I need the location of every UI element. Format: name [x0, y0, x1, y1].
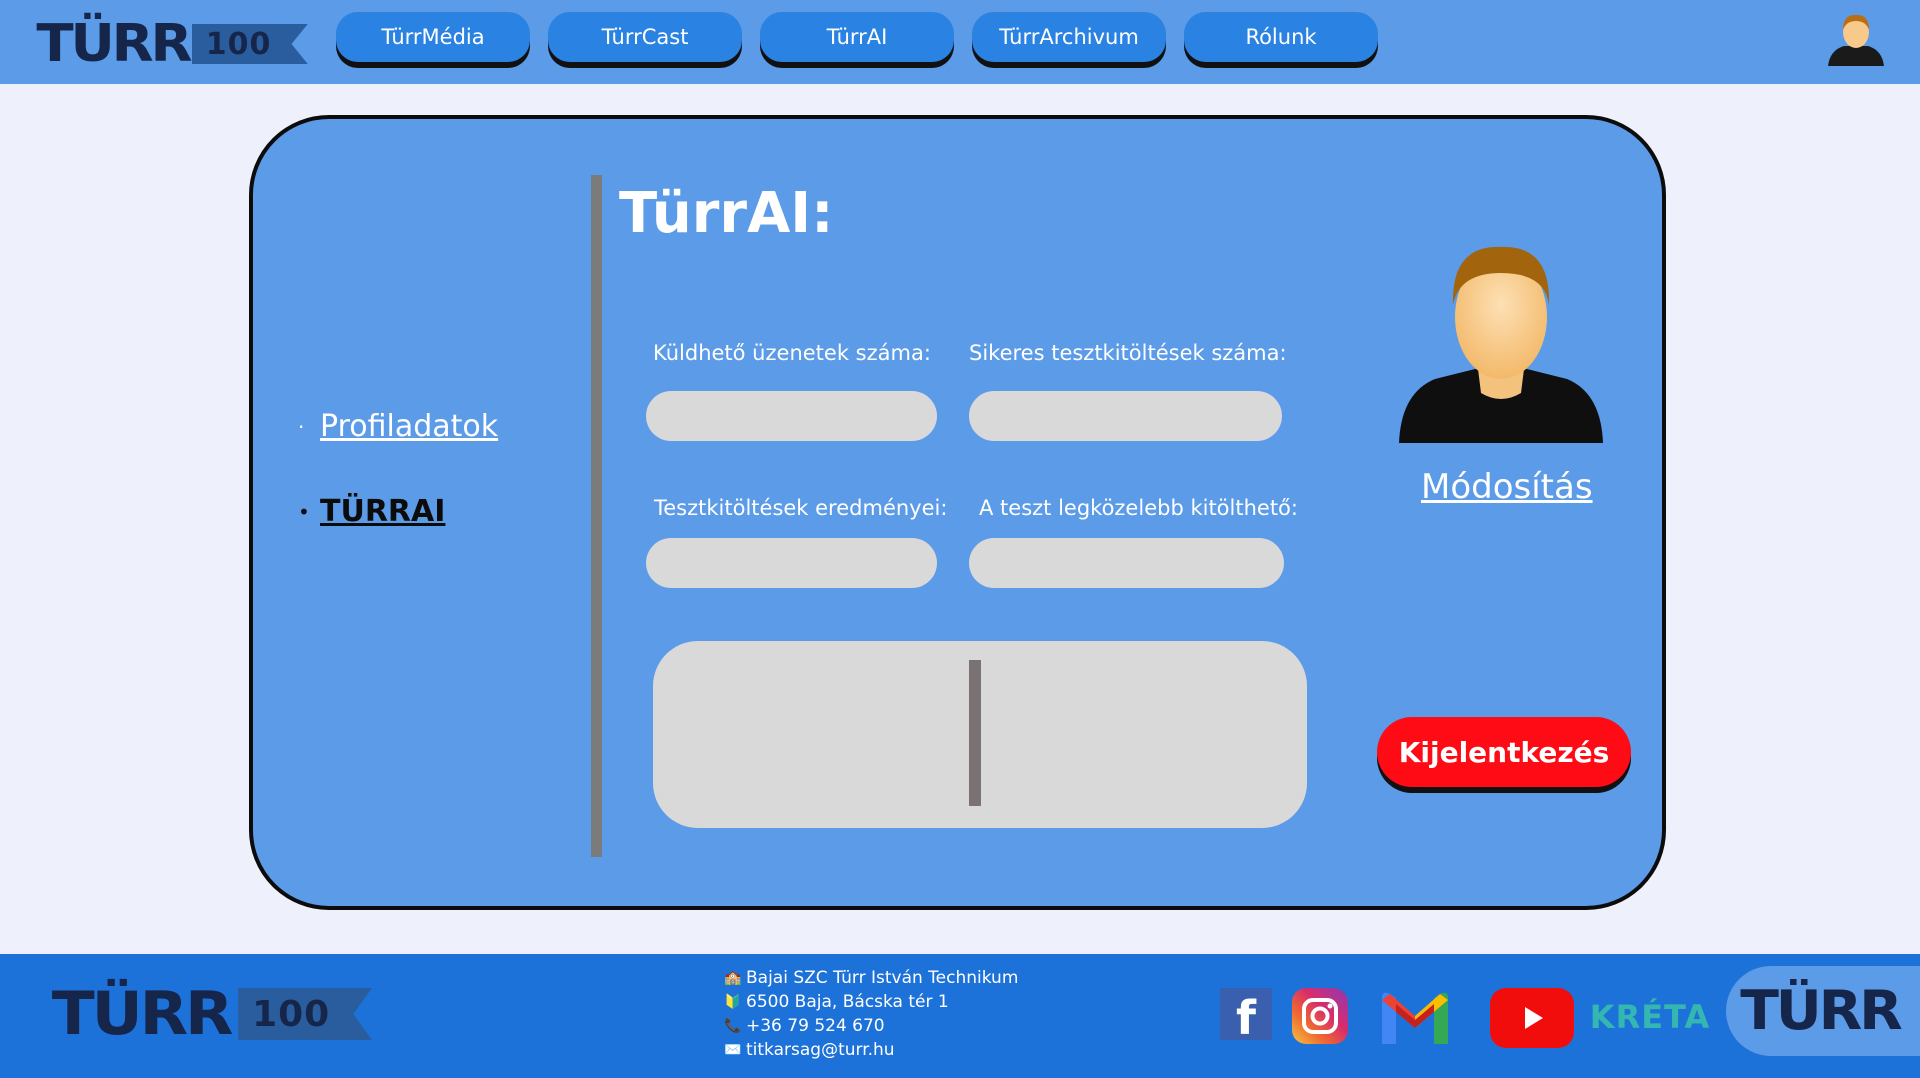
- logout-button[interactable]: Kijelentkezés: [1377, 717, 1631, 787]
- profile-card: · Profiladatok • TÜRRAI TürrAI: Küldhető…: [249, 115, 1666, 910]
- modify-profile-link[interactable]: Módosítás: [1421, 467, 1593, 507]
- next-test-label: A teszt legközelebb kitölthető:: [979, 496, 1298, 520]
- logo-number: 100: [205, 26, 272, 62]
- contact-email: ✉️ titkarsag@turr.hu: [724, 1040, 895, 1060]
- nav-rolunk[interactable]: Rólunk: [1184, 12, 1378, 62]
- next-test-field[interactable]: [969, 538, 1284, 588]
- phone-icon: 📞: [724, 1018, 742, 1034]
- bullet-icon: •: [298, 499, 310, 524]
- contact-school: 🏫 Bajai SZC Türr István Technikum: [724, 968, 1019, 988]
- successful-tests-field[interactable]: [969, 391, 1282, 441]
- nav-turrai[interactable]: TürrAI: [760, 12, 954, 62]
- contact-phone: 📞 +36 79 524 670: [724, 1016, 885, 1036]
- footer: TÜRR 100 🏫 Bajai SZC Türr István Techniku…: [0, 954, 1920, 1078]
- profile-avatar-icon: [1399, 246, 1603, 443]
- footer-logo-flag: 100: [238, 988, 373, 1040]
- contact-address: 🔰 6500 Baja, Bácska tér 1: [724, 992, 949, 1012]
- results-panel-divider: [969, 660, 981, 806]
- bullet-icon: ·: [298, 414, 305, 439]
- facebook-icon[interactable]: f: [1220, 988, 1272, 1041]
- main-nav: TürrMédia TürrCast TürrAI TürrArchivum R…: [336, 12, 1378, 62]
- nav-turrcast[interactable]: TürrCast: [548, 12, 742, 62]
- play-glyph: [1525, 1007, 1543, 1029]
- nav-turrmedia[interactable]: TürrMédia: [336, 12, 530, 62]
- turr100-logo[interactable]: TÜRR 100: [36, 18, 308, 70]
- contact-list: 🏫 Bajai SZC Türr István Technikum 🔰 6500 B…: [724, 966, 1018, 1062]
- school-icon: 🏫: [724, 970, 742, 986]
- page-title: TürrAI:: [619, 181, 834, 246]
- instagram-icon[interactable]: [1292, 988, 1348, 1044]
- badge-text: TÜRR: [1740, 979, 1903, 1042]
- results-panel: [653, 641, 1307, 828]
- top-header: TÜRR 100 TürrMédia TürrCast TürrAI TürrA…: [0, 0, 1920, 84]
- test-results-label: Tesztkitöltések eredményei:: [654, 496, 948, 520]
- messages-count-label: Küldhető üzenetek száma:: [653, 341, 931, 365]
- gmail-glyph: [1382, 992, 1448, 1044]
- kreta-icon[interactable]: KRÉTA: [1590, 988, 1709, 1046]
- instagram-glyph: [1302, 998, 1338, 1034]
- youtube-icon[interactable]: [1490, 988, 1574, 1048]
- successful-tests-label: Sikeres tesztkitöltések száma:: [969, 341, 1287, 365]
- side-link-profiladatok[interactable]: Profiladatok: [320, 409, 498, 444]
- email-icon: ✉️: [724, 1042, 742, 1058]
- nav-turrarchivum[interactable]: TürrArchivum: [972, 12, 1166, 62]
- gmail-icon[interactable]: [1378, 988, 1452, 1046]
- side-link-turrai[interactable]: TÜRRAI: [320, 494, 445, 529]
- profile-side-nav: · Profiladatok • TÜRRAI: [298, 409, 498, 579]
- turr-badge[interactable]: TÜRR: [1726, 966, 1920, 1056]
- footer-logo[interactable]: TÜRR 100: [52, 984, 373, 1044]
- footer-logo-number: 100: [252, 993, 331, 1035]
- side-item-turrai: • TÜRRAI: [298, 494, 498, 529]
- user-avatar-icon[interactable]: [1824, 12, 1888, 66]
- test-results-field[interactable]: [646, 538, 937, 588]
- footer-logo-text: TÜRR: [51, 979, 234, 1049]
- messages-count-field[interactable]: [646, 391, 937, 441]
- logo-flag: 100: [191, 24, 308, 64]
- side-item-profiladatok: · Profiladatok: [298, 409, 498, 444]
- logo-text: TÜRR: [36, 14, 192, 74]
- address-icon: 🔰: [724, 994, 742, 1010]
- vertical-divider: [591, 175, 602, 857]
